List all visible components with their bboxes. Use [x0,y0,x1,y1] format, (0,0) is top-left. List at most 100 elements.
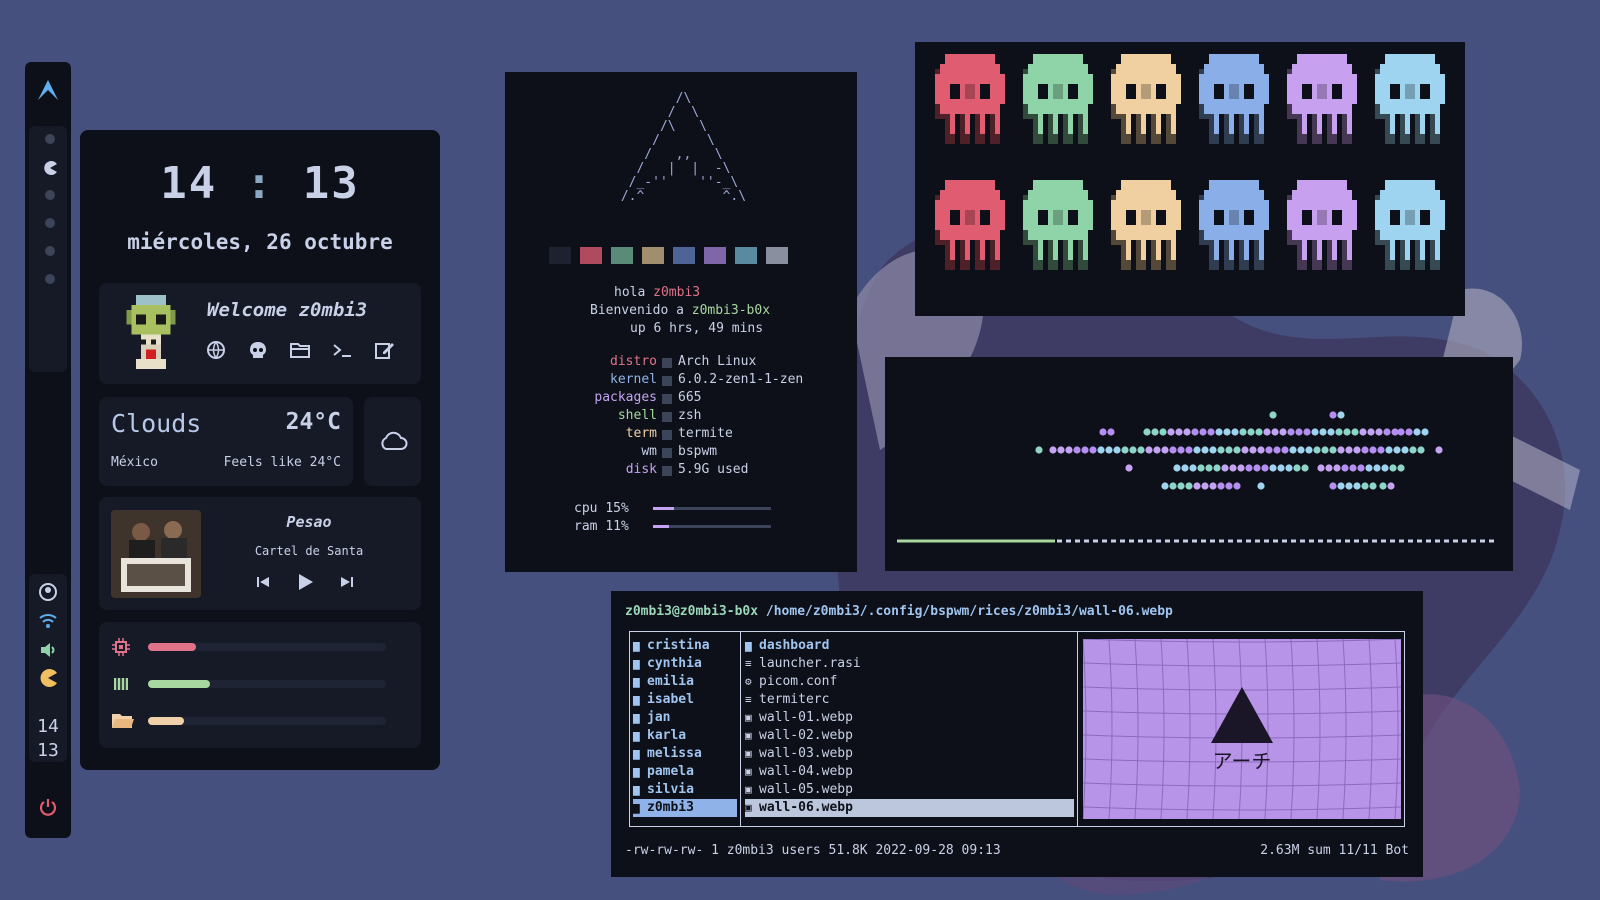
file-item[interactable]: ⚙ picom.conf [745,673,1074,691]
pixel-skull [1101,54,1181,164]
file-item[interactable]: ▆ dashboard [745,637,1074,655]
visualizer-dot [1337,482,1345,490]
weather-icon-card[interactable] [364,397,421,486]
file-name: launcher.rasi [759,656,861,671]
clock-time: 14 : 13 [80,158,440,209]
folder-icon: ▆ [633,711,640,724]
visualizer-dot [1185,482,1193,490]
visualizer-dot [1329,446,1337,454]
visualizer-dot [1209,482,1217,490]
visualizer-dot [1381,464,1389,472]
pixel-skull [1277,54,1357,164]
globe-icon[interactable] [205,339,227,361]
user-icon[interactable] [38,582,58,602]
workspace-dot-6[interactable] [45,274,55,284]
uptime-line: up 6 hrs, 49 mins [630,321,764,336]
ram-icon [114,678,128,690]
pixel-skull [1189,54,1269,164]
visualizer-dot [1301,464,1309,472]
image-file-icon: ▣ [745,729,752,742]
system-info-row: kernel 6.0.2-zen1-1-zen [505,372,857,390]
visualizer-dot [1181,464,1189,472]
visualizer-dot [1263,428,1271,436]
info-bullet [662,466,672,476]
visualizer-dot [1373,464,1381,472]
visualizer-dot [1341,464,1349,472]
pacman-icon[interactable] [38,668,58,688]
file-item[interactable]: ▣ wall-01.webp [745,709,1074,727]
edit-icon[interactable] [373,339,395,361]
ranger-file-manager[interactable]: z0mbi3@z0mbi3-b0x /home/z0mbi3/.config/b… [611,591,1423,877]
visualizer-dot [1405,428,1413,436]
rice-folder-item[interactable]: ▆ jan [633,709,737,727]
terminal-icon[interactable] [331,339,353,361]
workspace-dot-3[interactable] [45,190,55,200]
arch-logo-icon[interactable] [36,78,60,102]
config-file-icon: ⚙ [745,675,752,688]
pixel-skull [1365,180,1445,290]
folder-name: silvia [647,782,694,797]
workspace-dot-1[interactable] [45,134,55,144]
visualizer-dot [1421,428,1429,436]
workspace-dot-5[interactable] [45,246,55,256]
visualizer-dot [1145,446,1153,454]
visualizer-dot [1241,446,1249,454]
visualizer-dot [1073,446,1081,454]
info-key: packages [594,390,657,405]
rice-folder-item[interactable]: ▆ isabel [633,691,737,709]
color-palette [549,247,788,264]
folder-icon: ▆ [633,729,640,742]
file-item[interactable]: ▣ wall-04.webp [745,763,1074,781]
visualizer-dot [1329,482,1337,490]
file-item[interactable]: ▣ wall-05.webp [745,781,1074,799]
volume-icon[interactable] [38,640,58,660]
visualizer-dot [1237,464,1245,472]
play-icon[interactable] [293,570,317,594]
file-item[interactable]: ▣ wall-02.webp [745,727,1074,745]
file-item[interactable]: ≡ termiterc [745,691,1074,709]
file-item[interactable]: ▣ wall-06.webp [745,799,1074,817]
info-bullet [662,394,672,404]
visualizer-dot [1365,464,1373,472]
visualizer-dot [1333,464,1341,472]
palette-swatch [704,247,726,264]
weather-condition: Clouds [111,409,202,438]
rice-folder-item[interactable]: ▆ emilia [633,673,737,691]
info-value: 5.9G used [678,462,749,477]
pacman-workspace-icon[interactable] [42,160,58,176]
previous-track-icon[interactable] [251,570,275,594]
rice-folder-item[interactable]: ▆ pamela [633,763,737,781]
file-item[interactable]: ▣ wall-03.webp [745,745,1074,763]
info-bullet [662,430,672,440]
visualizer-dot [1199,428,1207,436]
visualizer-canvas [897,411,1495,543]
weather-feels-like: Feels like 24°C [223,455,341,470]
rice-folder-item[interactable]: ▆ melissa [633,745,737,763]
visualizer-dot [1099,428,1107,436]
rice-folder-item[interactable]: ▆ z0mbi3 [633,799,737,817]
workspace-dot-4[interactable] [45,218,55,228]
skull-icon[interactable] [247,339,269,361]
visualizer-dot [1121,446,1129,454]
visualizer-dot [1193,446,1201,454]
visualizer-dot [1233,446,1241,454]
file-item[interactable]: ≡ launcher.rasi [745,655,1074,673]
file-status: -rw-rw-rw- 1 z0mbi3 users 51.8K 2022-09-… [625,843,1001,858]
folder-name: melissa [647,746,702,761]
system-info-row: term termite [505,426,857,444]
file-name: wall-02.webp [759,728,853,743]
welcome-line: Bienvenido a z0mbi3-b0x [590,303,770,318]
next-track-icon[interactable] [335,570,359,594]
folder-icon: ▆ [633,747,640,760]
rice-folder-item[interactable]: ▆ karla [633,727,737,745]
wifi-icon[interactable] [38,610,58,630]
rice-folder-item[interactable]: ▆ cynthia [633,655,737,673]
power-icon[interactable] [38,797,58,817]
rice-folder-item[interactable]: ▆ cristina [633,637,737,655]
visualizer-dot [1379,482,1387,490]
rice-folder-item[interactable]: ▆ silvia [633,781,737,799]
folder-icon[interactable] [289,339,311,361]
greeting-line: hola z0mbi3 [614,285,700,300]
neofetch-terminal[interactable]: /\ / \ /\ \ / \ / ,, \ / | | -\ /_-'' ''… [505,72,857,572]
image-file-icon: ▣ [745,765,752,778]
